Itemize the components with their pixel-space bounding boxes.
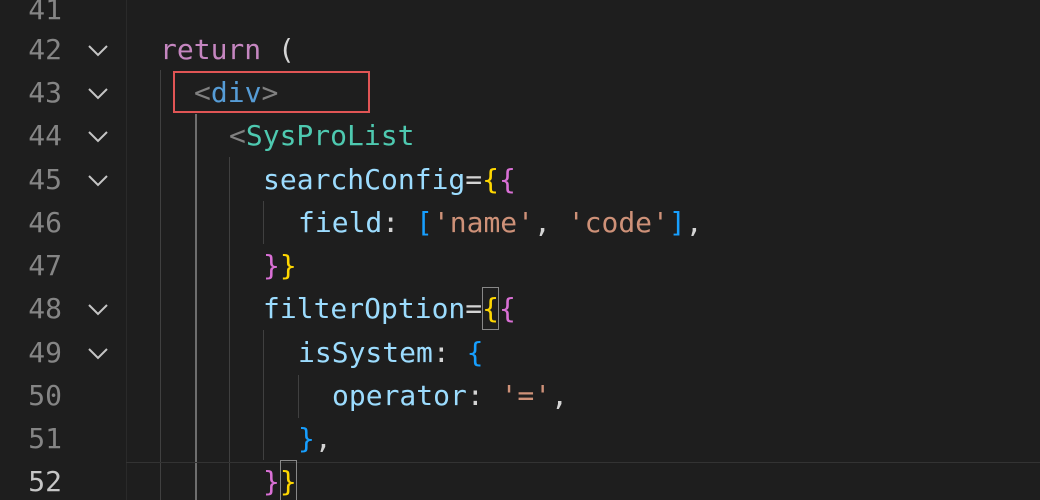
- colon: :: [466, 379, 501, 412]
- chevron-down-icon[interactable]: [86, 170, 110, 190]
- bracket-match-highlight: }: [279, 460, 297, 500]
- equals-sign: =: [465, 163, 483, 196]
- string-literal: 'name': [432, 206, 535, 239]
- attribute-name: searchConfig: [263, 163, 466, 196]
- code-text: operator: '=',: [332, 374, 568, 417]
- code-line[interactable]: 51 },: [0, 417, 1040, 460]
- code-line[interactable]: 49 isSystem: {: [0, 331, 1040, 374]
- bracket-close: ]: [668, 206, 686, 239]
- brace-close: }: [263, 249, 280, 282]
- line-number: 46: [28, 206, 62, 239]
- chevron-down-icon[interactable]: [86, 343, 110, 363]
- brace-close: }: [263, 465, 280, 498]
- string-literal: 'code': [567, 206, 669, 239]
- line-number: 44: [28, 119, 62, 152]
- code-text: }}: [263, 460, 297, 500]
- keyword-return: return: [160, 33, 262, 66]
- paren-open: (: [261, 33, 295, 66]
- code-text: field: ['name', 'code'],: [298, 201, 703, 244]
- code-line[interactable]: 45 searchConfig={{: [0, 158, 1040, 201]
- attribute-name: filterOption: [263, 292, 466, 325]
- bracket-open: [: [416, 206, 433, 239]
- brace-open: {: [466, 336, 484, 369]
- comma: ,: [551, 379, 569, 412]
- code-line[interactable]: 47 }}: [0, 244, 1040, 287]
- string-literal: '=': [500, 379, 552, 412]
- comma: ,: [685, 206, 703, 239]
- code-text: return (: [160, 28, 295, 71]
- chevron-down-icon[interactable]: [86, 40, 110, 60]
- line-number: 42: [28, 33, 62, 66]
- line-number: 50: [28, 379, 62, 412]
- code-text: }}: [263, 244, 297, 287]
- chevron-down-icon[interactable]: [86, 299, 110, 319]
- line-number: 51: [28, 422, 62, 455]
- tag-bracket-open: <: [229, 119, 246, 152]
- equals-sign: =: [465, 292, 483, 325]
- code-line[interactable]: 43 <div>: [0, 71, 1040, 114]
- annotation-highlight-box: [173, 71, 370, 113]
- comma: ,: [534, 206, 568, 239]
- chevron-down-icon[interactable]: [86, 83, 110, 103]
- colon: :: [432, 336, 467, 369]
- code-text: isSystem: {: [298, 331, 483, 374]
- component-name: SysProList: [245, 119, 415, 152]
- code-text: },: [298, 417, 332, 460]
- code-line[interactable]: 50 operator: '=',: [0, 374, 1040, 417]
- code-line[interactable]: 46 field: ['name', 'code'],: [0, 201, 1040, 244]
- line-number: 47: [28, 249, 62, 282]
- line-number: 45: [28, 163, 62, 196]
- code-line[interactable]: 41: [0, 0, 1040, 31]
- line-number: 41: [28, 0, 62, 26]
- line-number: 52: [28, 465, 62, 498]
- code-text: filterOption={{: [263, 287, 516, 330]
- line-number: 48: [28, 292, 62, 325]
- code-text: searchConfig={{: [263, 158, 516, 201]
- brace-open: {: [482, 163, 500, 196]
- property-key: operator: [332, 379, 467, 412]
- code-line[interactable]: 42 return (: [0, 28, 1040, 71]
- code-line[interactable]: 48 filterOption={{: [0, 287, 1040, 330]
- line-number: 43: [28, 76, 62, 109]
- bracket-match-highlight: {: [482, 287, 500, 330]
- line-number: 49: [28, 336, 62, 369]
- property-key: field: [298, 206, 383, 239]
- code-line-active[interactable]: 52 }}: [0, 460, 1040, 500]
- chevron-down-icon[interactable]: [86, 126, 110, 146]
- brace-open: {: [499, 292, 516, 325]
- property-key: isSystem: [298, 336, 433, 369]
- code-line[interactable]: 44 <SysProList: [0, 114, 1040, 157]
- brace-open: {: [499, 163, 516, 196]
- code-text: <SysProList: [229, 114, 414, 157]
- brace-close: }: [298, 422, 315, 455]
- brace-close: }: [279, 249, 297, 282]
- comma: ,: [314, 422, 332, 455]
- colon: :: [382, 206, 417, 239]
- code-editor[interactable]: 41 42 return ( 43 <div> 44 <SysProList 4…: [0, 0, 1040, 500]
